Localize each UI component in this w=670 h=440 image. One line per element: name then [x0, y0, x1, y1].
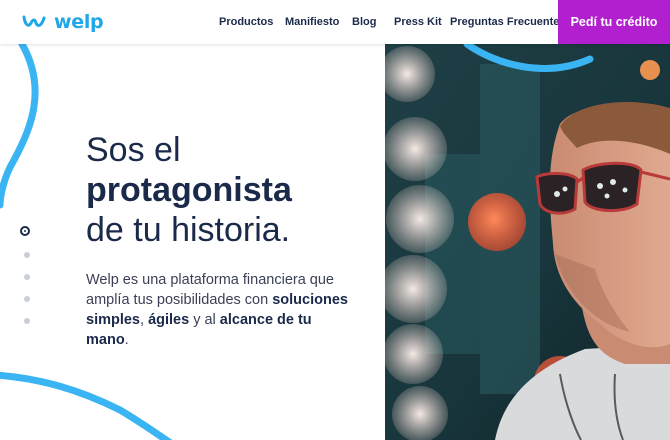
hero-photo: [385, 44, 670, 440]
slide-dot-4[interactable]: [24, 296, 30, 302]
brand-logo[interactable]: welp: [22, 11, 104, 33]
slide-dot-5[interactable]: [24, 318, 30, 324]
description-highlight: ágiles: [148, 312, 190, 328]
description-text: .: [124, 332, 129, 348]
slide-dot-3[interactable]: [24, 274, 30, 280]
nav-link-press-kit[interactable]: Press Kit: [394, 16, 442, 28]
headline-line-2: protagonista: [86, 171, 292, 209]
welp-logo-icon: [22, 15, 46, 27]
portrait-illustration: [385, 44, 670, 440]
nav-link-blog[interactable]: Blog: [352, 16, 376, 28]
slide-dot-2[interactable]: [24, 252, 30, 258]
description-text: y al: [189, 312, 220, 328]
brand-name: welp: [54, 11, 104, 33]
apply-credit-button[interactable]: Pedí tu crédito: [558, 0, 670, 44]
nav-link-manifiesto[interactable]: Manifiesto: [285, 16, 339, 28]
headline-line-1: Sos el: [86, 131, 181, 169]
hero-headline: Sos el protagonista de tu historia.: [86, 130, 292, 250]
nav-link-productos[interactable]: Productos: [219, 16, 273, 28]
hero-description: Welp es una plataforma financiera que am…: [86, 270, 356, 350]
description-text: ,: [140, 312, 149, 328]
headline-line-3: de tu historia.: [86, 211, 291, 249]
nav-link-preguntas-frecuentes[interactable]: Preguntas Frecuentes: [450, 16, 566, 28]
slide-dot-1[interactable]: [20, 226, 30, 236]
top-navbar: welp Productos Manifiesto Blog Press Kit…: [0, 0, 670, 44]
